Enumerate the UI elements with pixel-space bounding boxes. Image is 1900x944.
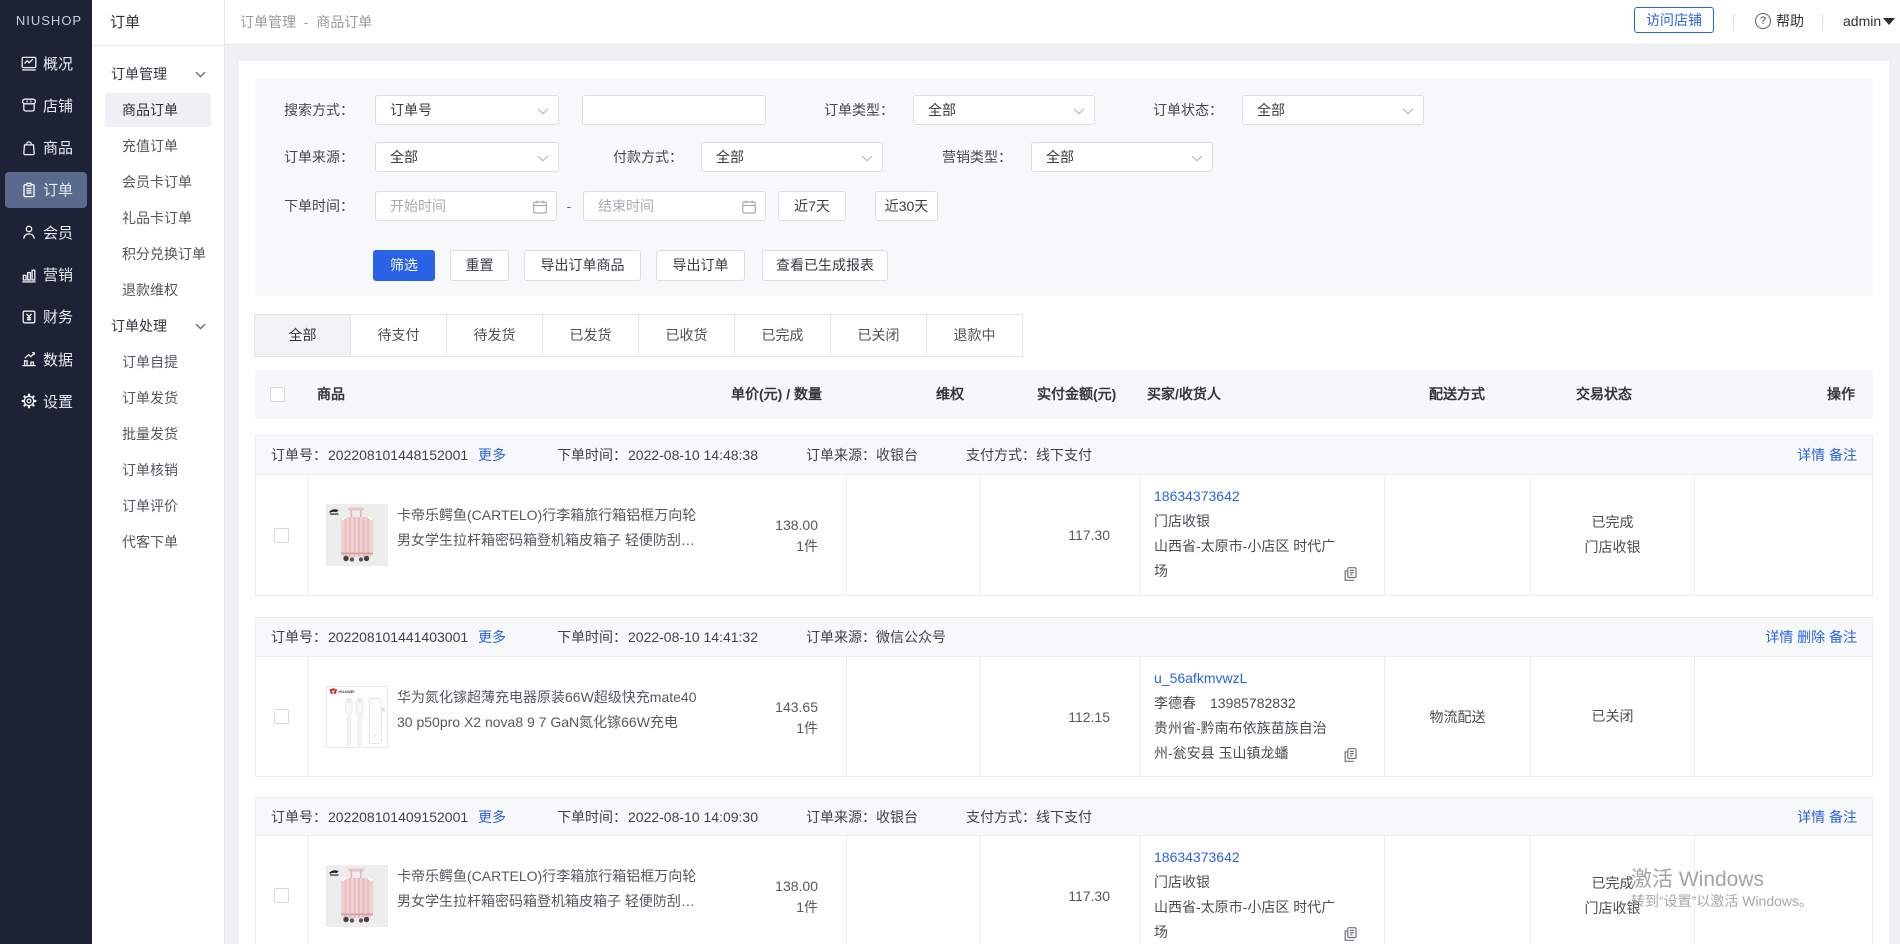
svg-text:HUAWEI: HUAWEI <box>339 689 355 694</box>
